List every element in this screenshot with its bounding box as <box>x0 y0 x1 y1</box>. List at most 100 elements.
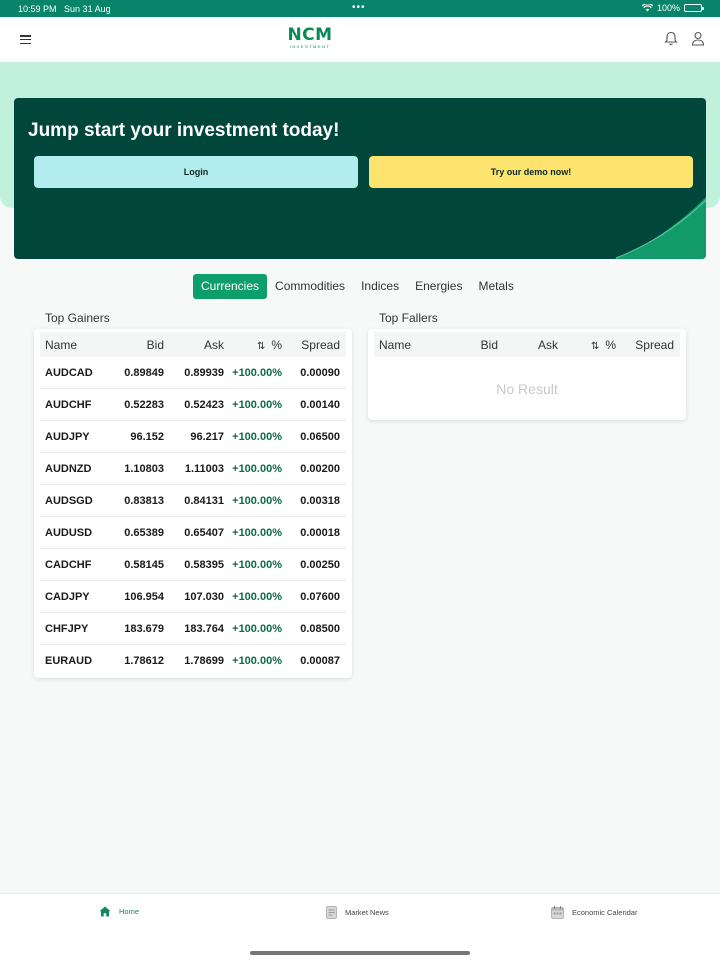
cell-spread: 0.07600 <box>300 590 340 603</box>
tab-metals[interactable]: Metals <box>470 274 521 299</box>
sort-icon[interactable]: ⇅ <box>257 341 265 352</box>
nav-economic-calendar-label: Economic Calendar <box>572 908 638 917</box>
battery-percent: 100% <box>656 3 680 13</box>
cell-percent: +100.00% <box>232 590 282 603</box>
cell-percent: +100.00% <box>232 655 282 667</box>
cell-name: CADCHF <box>45 558 92 571</box>
cell-spread: 0.00087 <box>300 655 340 667</box>
cell-ask: 107.030 <box>184 590 224 603</box>
hero-banner: Jump start your investment today! Login … <box>14 98 706 259</box>
status-bar: 10:59 PM Sun 31 Aug ••• 100% <box>0 0 720 17</box>
top-gainers-table: Name Bid Ask ⇅% Spread AUDCAD 0.89849 0.89… <box>34 329 352 678</box>
table-row[interactable]: CADJPY 106.954 107.030 +100.00% 0.07600 <box>40 581 346 613</box>
home-indicator[interactable] <box>250 951 470 955</box>
cell-spread: 0.00090 <box>300 366 340 379</box>
hero-title: Jump start your investment today! <box>28 120 340 141</box>
cell-spread: 0.06500 <box>300 430 340 443</box>
logo-text: NCM <box>287 25 333 45</box>
status-right: 100% <box>641 3 704 13</box>
tab-commodities[interactable]: Commodities <box>267 274 353 299</box>
cell-percent: +100.00% <box>232 622 282 635</box>
cell-spread: 0.00250 <box>300 558 340 571</box>
menu-icon[interactable] <box>20 35 31 44</box>
col-spread[interactable]: Spread <box>616 338 675 352</box>
nav-market-news[interactable]: Market News <box>326 906 389 919</box>
cell-bid: 0.83813 <box>124 494 164 507</box>
nav-home[interactable]: Home <box>99 906 139 917</box>
table-header: Name Bid Ask ⇅% Spread <box>374 332 680 357</box>
multitasking-dots-icon[interactable]: ••• <box>352 2 366 13</box>
cell-name: AUDJPY <box>45 430 90 443</box>
table-row[interactable]: AUDCAD 0.89849 0.89939 +100.00% 0.00090 <box>40 357 346 389</box>
cell-bid: 1.78612 <box>124 655 164 667</box>
tab-indices[interactable]: Indices <box>353 274 407 299</box>
col-ask[interactable]: Ask <box>164 338 224 352</box>
col-name[interactable]: Name <box>374 338 438 352</box>
cell-percent: +100.00% <box>232 558 282 571</box>
bell-icon[interactable] <box>664 31 678 46</box>
table-header: Name Bid Ask ⇅% Spread <box>40 332 346 357</box>
user-icon[interactable] <box>691 31 705 46</box>
table-row[interactable]: AUDNZD 1.10803 1.11003 +100.00% 0.00200 <box>40 453 346 485</box>
cell-name: AUDCHF <box>45 398 92 411</box>
col-percent[interactable]: ⇅% <box>558 338 616 352</box>
col-bid[interactable]: Bid <box>438 338 498 352</box>
cell-name: CHFJPY <box>45 622 89 635</box>
top-gainers-title: Top Gainers <box>45 311 110 325</box>
cell-spread: 0.00318 <box>300 494 340 507</box>
hero-decoration <box>614 197 706 259</box>
cell-ask: 1.78699 <box>184 655 224 667</box>
cell-ask: 1.11003 <box>184 462 224 475</box>
cell-ask: 0.58395 <box>184 558 224 571</box>
cell-bid: 0.89849 <box>124 366 164 379</box>
logo[interactable]: NCM INVESTMENT <box>284 26 336 52</box>
home-icon <box>99 906 111 917</box>
app-bar: NCM INVESTMENT <box>0 17 720 62</box>
login-button[interactable]: Login <box>34 156 358 188</box>
cell-bid: 0.65389 <box>124 526 164 539</box>
table-row[interactable]: AUDCHF 0.52283 0.52423 +100.00% 0.00140 <box>40 389 346 421</box>
cell-bid: 0.58145 <box>124 558 164 571</box>
logo-subtext: INVESTMENT <box>289 44 331 49</box>
cell-bid: 0.52283 <box>124 398 164 411</box>
table-row[interactable]: CADCHF 0.58145 0.58395 +100.00% 0.00250 <box>40 549 346 581</box>
cell-name: AUDCAD <box>45 366 93 379</box>
cell-percent: +100.00% <box>232 462 282 475</box>
col-bid[interactable]: Bid <box>104 338 164 352</box>
table-row[interactable]: AUDSGD 0.83813 0.84131 +100.00% 0.00318 <box>40 485 346 517</box>
cell-name: EURAUD <box>45 655 93 667</box>
cell-ask: 0.84131 <box>184 494 224 507</box>
cell-ask: 0.89939 <box>184 366 224 379</box>
table-row[interactable]: AUDJPY 96.152 96.217 +100.00% 0.06500 <box>40 421 346 453</box>
cell-ask: 0.52423 <box>184 398 224 411</box>
cell-name: AUDNZD <box>45 462 92 475</box>
demo-button[interactable]: Try our demo now! <box>369 156 693 188</box>
cell-spread: 0.00018 <box>300 526 340 539</box>
nav-market-news-label: Market News <box>345 908 389 917</box>
battery-icon <box>684 4 704 12</box>
top-fallers-table: Name Bid Ask ⇅% Spread No Result <box>368 329 686 420</box>
top-fallers-title: Top Fallers <box>379 311 438 325</box>
cell-ask: 96.217 <box>190 430 224 443</box>
tab-currencies[interactable]: Currencies <box>193 274 268 299</box>
col-ask[interactable]: Ask <box>498 338 558 352</box>
cell-name: AUDSGD <box>45 494 93 507</box>
cell-spread: 0.08500 <box>300 622 340 635</box>
table-row[interactable]: CHFJPY 183.679 183.764 +100.00% 0.08500 <box>40 613 346 645</box>
tab-energies[interactable]: Energies <box>407 274 470 299</box>
col-name[interactable]: Name <box>40 338 104 352</box>
empty-state: No Result <box>496 381 558 397</box>
table-row[interactable]: EURAUD 1.78612 1.78699 +100.00% 0.00087 <box>40 645 346 677</box>
bottom-nav: Home Market News Economic Calendar <box>0 893 720 960</box>
table-body: AUDCAD 0.89849 0.89939 +100.00% 0.00090 AUDCH… <box>34 357 352 677</box>
table-row[interactable]: AUDUSD 0.65389 0.65407 +100.00% 0.00018 <box>40 517 346 549</box>
col-percent[interactable]: ⇅% <box>224 338 282 352</box>
col-spread[interactable]: Spread <box>282 338 341 352</box>
cell-bid: 96.152 <box>130 430 164 443</box>
cell-bid: 106.954 <box>124 590 164 603</box>
cell-percent: +100.00% <box>232 430 282 443</box>
nav-economic-calendar[interactable]: Economic Calendar <box>551 906 637 919</box>
sort-icon[interactable]: ⇅ <box>591 341 599 352</box>
cell-percent: +100.00% <box>232 526 282 539</box>
news-icon <box>326 906 337 919</box>
